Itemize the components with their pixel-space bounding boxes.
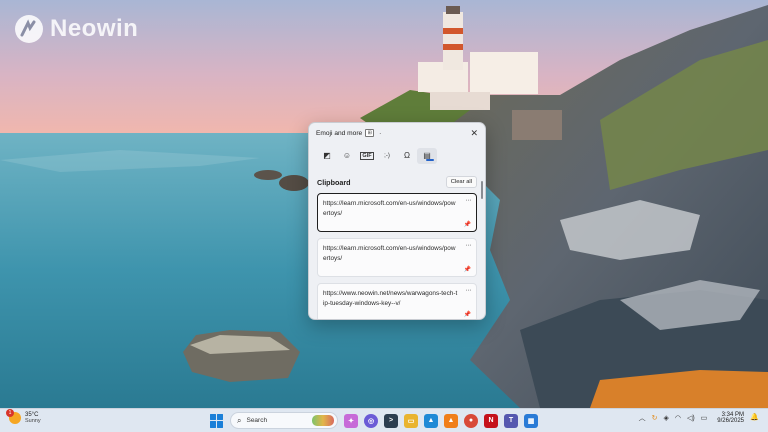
weather-widget[interactable]: 1 35°C Sunny bbox=[6, 409, 41, 424]
more-options-icon[interactable]: ··· bbox=[466, 242, 472, 249]
tab-pinned-stickers[interactable]: ◩ bbox=[317, 148, 337, 164]
clipboard-item[interactable]: https://www.neowin.net/news/warwagons-te… bbox=[317, 283, 477, 319]
copilot-icon[interactable]: ✦ bbox=[344, 413, 358, 428]
neowin-logo-icon bbox=[15, 15, 43, 43]
system-tray: ︿ ↻ ◈ ◠ ◁) ▭ 3:34 PM 9/26/2025 🔔 bbox=[639, 412, 760, 424]
gif-icon: GIF bbox=[360, 151, 374, 160]
pin-sticker-icon: ◩ bbox=[323, 151, 331, 160]
flyout-title: Emoji and more bbox=[316, 129, 363, 137]
clipboard-item[interactable]: https://learn.microsoft.com/en-us/window… bbox=[317, 193, 477, 232]
search-highlight-image bbox=[312, 415, 334, 426]
pin-icon[interactable]: 📌 bbox=[464, 266, 471, 273]
chevron-up-icon[interactable]: ︿ bbox=[639, 413, 646, 423]
file-explorer-icon[interactable]: ▭ bbox=[404, 413, 418, 428]
sync-icon[interactable]: ↻ bbox=[652, 414, 658, 422]
taskbar: 1 35°C Sunny ⌕ Search ✦ ◎ > ▭ ▲ ▲ ● N T … bbox=[0, 408, 768, 432]
period-key-icon: . bbox=[379, 129, 382, 136]
chrome-icon[interactable]: ● bbox=[464, 413, 478, 428]
kaomoji-icon: ;-) bbox=[384, 152, 390, 159]
emoji-icon: ☺ bbox=[342, 151, 352, 160]
wifi-icon[interactable]: ◠ bbox=[675, 414, 681, 422]
clipboard-item-text: https://learn.microsoft.com/en-us/window… bbox=[323, 245, 456, 262]
taskbar-center: ⌕ Search ✦ ◎ > ▭ ▲ ▲ ● N T ▦ bbox=[210, 412, 538, 429]
clipboard-item[interactable]: https://learn.microsoft.com/en-us/window… bbox=[317, 238, 477, 277]
clipboard-history-list: https://learn.microsoft.com/en-us/window… bbox=[309, 189, 485, 319]
terminal-icon[interactable]: > bbox=[384, 413, 398, 428]
tab-gif[interactable]: GIF bbox=[357, 148, 377, 164]
taskbar-search[interactable]: ⌕ Search bbox=[230, 412, 338, 429]
neowin-wordmark: Neowin bbox=[50, 15, 139, 42]
tab-clipboard[interactable]: ▤ bbox=[417, 147, 437, 164]
tab-symbols[interactable]: Ω bbox=[397, 148, 417, 164]
store-icon[interactable]: ▦ bbox=[524, 413, 538, 428]
notification-bell-icon[interactable]: 🔔 bbox=[750, 413, 760, 423]
active-tab-indicator bbox=[426, 159, 434, 161]
weather-description: Sunny bbox=[25, 418, 41, 424]
search-placeholder: Search bbox=[246, 417, 268, 424]
clock-date: 9/26/2025 bbox=[717, 418, 744, 424]
speaker-icon[interactable]: ◁) bbox=[687, 414, 695, 422]
chatgpt-icon[interactable]: ◎ bbox=[364, 413, 378, 428]
pin-icon[interactable]: 📌 bbox=[464, 221, 471, 228]
clipboard-item-text: https://learn.microsoft.com/en-us/window… bbox=[323, 200, 456, 217]
clipboard-header: Clipboard Clear all bbox=[309, 175, 485, 189]
clear-all-button[interactable]: Clear all bbox=[445, 176, 477, 188]
more-options-icon[interactable]: ··· bbox=[466, 287, 472, 294]
security-icon[interactable]: ◈ bbox=[663, 414, 668, 422]
scrollbar-thumb[interactable] bbox=[481, 181, 483, 199]
clipboard-item-text: https://www.neowin.net/news/warwagons-te… bbox=[323, 290, 458, 307]
tab-kaomoji[interactable]: ;-) bbox=[377, 148, 397, 164]
pin-icon[interactable]: 📌 bbox=[464, 311, 471, 318]
neowin-watermark: Neowin bbox=[14, 14, 138, 44]
start-button[interactable] bbox=[210, 413, 224, 428]
keyboard-shortcut-icon: ⊞ bbox=[365, 129, 375, 137]
clock[interactable]: 3:34 PM 9/26/2025 bbox=[717, 412, 744, 424]
clipboard-section-label: Clipboard bbox=[317, 177, 351, 187]
teams-icon[interactable]: T bbox=[504, 413, 518, 428]
flyout-header: Emoji and more ⊞ . ✕ bbox=[309, 123, 485, 143]
flyout-tab-bar: ◩ ☺ GIF ;-) Ω ▤ bbox=[309, 143, 485, 165]
symbols-icon: Ω bbox=[404, 151, 410, 160]
sun-icon: 1 bbox=[6, 409, 21, 424]
tab-emoji[interactable]: ☺ bbox=[337, 148, 357, 164]
close-button[interactable]: ✕ bbox=[470, 128, 478, 139]
notification-badge: 1 bbox=[6, 409, 14, 417]
emoji-clipboard-flyout: Emoji and more ⊞ . ✕ ◩ ☺ GIF ;-) Ω ▤ Cli… bbox=[308, 122, 486, 320]
more-options-icon[interactable]: ··· bbox=[466, 197, 472, 204]
search-icon: ⌕ bbox=[237, 415, 242, 425]
photos-icon[interactable]: ▲ bbox=[424, 413, 438, 428]
netflix-icon[interactable]: N bbox=[484, 413, 498, 428]
vlc-icon[interactable]: ▲ bbox=[444, 413, 458, 428]
battery-icon[interactable]: ▭ bbox=[701, 414, 708, 422]
